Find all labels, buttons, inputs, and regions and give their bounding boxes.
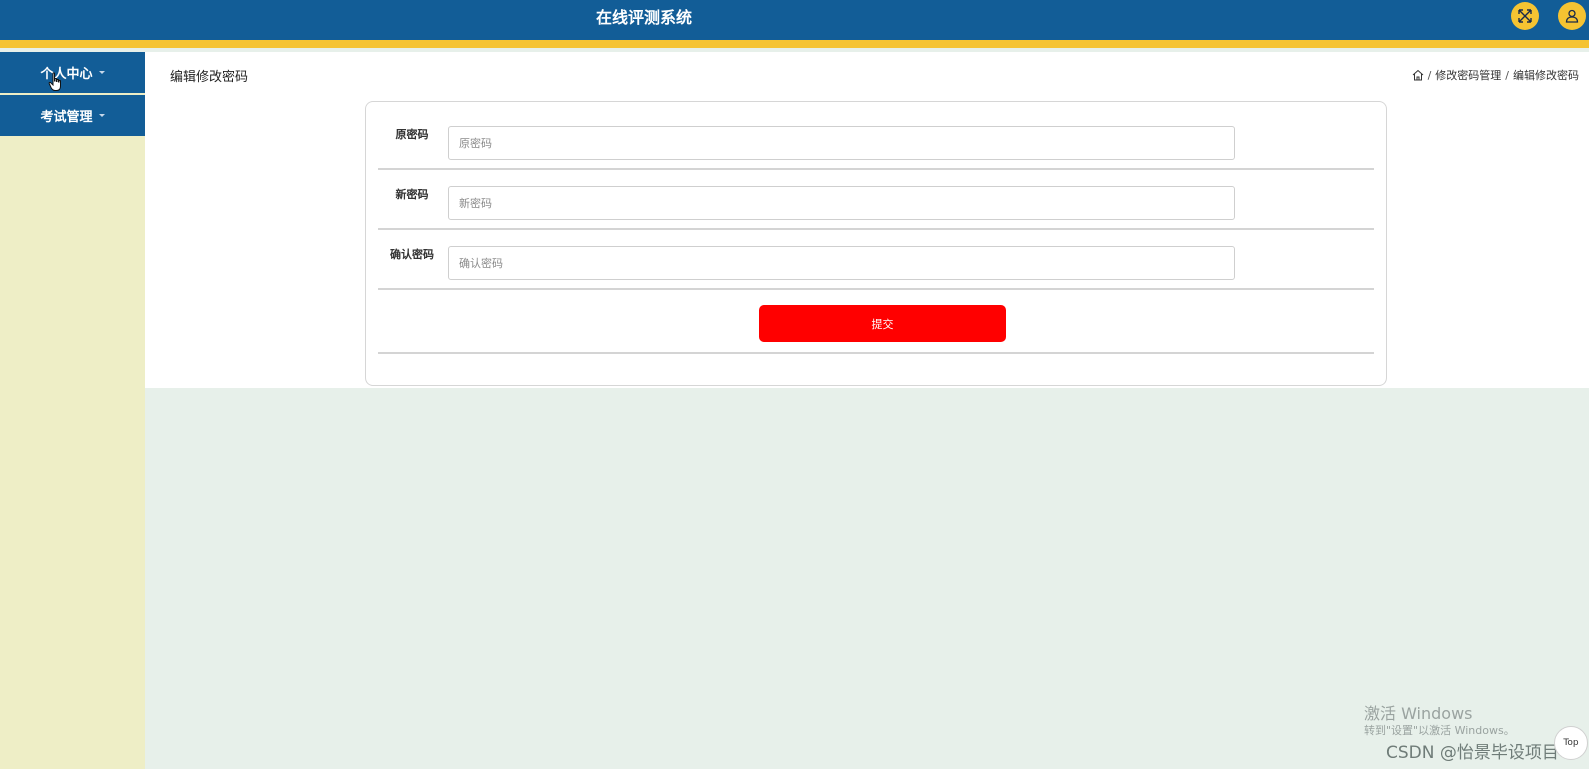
user-menu-button[interactable] <box>1558 2 1586 30</box>
expand-arrows-icon <box>1518 9 1532 23</box>
caret-down-icon <box>98 114 105 117</box>
top-header-bar: 在线评测系统 <box>0 0 1589 40</box>
header-accent-stripe <box>0 40 1589 48</box>
breadcrumb-separator: / <box>1505 68 1509 82</box>
submit-button[interactable]: 提交 <box>759 305 1006 342</box>
form-row-old-password: 原密码 <box>378 110 1374 170</box>
back-to-top-button[interactable]: Top <box>1554 726 1588 760</box>
form-row-confirm-password: 确认密码 <box>378 230 1374 290</box>
breadcrumb-separator: / <box>1427 68 1432 82</box>
breadcrumb: / 修改密码管理 / 编辑修改密码 <box>1412 67 1579 83</box>
breadcrumb-item-edit-password: 编辑修改密码 <box>1513 69 1579 82</box>
sidebar-item-label: 考试管理 <box>40 110 93 125</box>
page-title: 编辑修改密码 <box>170 70 249 85</box>
breadcrumb-item-password-management[interactable]: 修改密码管理 <box>1435 67 1501 83</box>
windows-activation-subtitle: 转到"设置"以激活 Windows。 <box>1364 724 1515 737</box>
fullscreen-button[interactable] <box>1511 2 1539 30</box>
new-password-label: 新密码 <box>395 188 429 201</box>
caret-down-icon <box>98 71 105 74</box>
hand-pointer-icon <box>48 72 61 91</box>
old-password-label: 原密码 <box>395 128 429 141</box>
sidebar-item-personal-center[interactable]: 个人中心 <box>0 52 145 93</box>
password-form: 原密码 新密码 确认密码 提交 <box>365 101 1387 386</box>
home-icon[interactable] <box>1412 69 1424 81</box>
new-password-input[interactable] <box>448 186 1235 220</box>
sidebar-item-exam-management[interactable]: 考试管理 <box>0 95 145 136</box>
confirm-password-input[interactable] <box>448 246 1235 280</box>
sidebar: 个人中心 考试管理 <box>0 52 145 769</box>
windows-activation-title: 激活 Windows <box>1364 704 1473 723</box>
main-content: 编辑修改密码 / 修改密码管理 / 编辑修改密码 原密码 新密码 确认密码 提交 <box>145 52 1589 388</box>
form-row-submit: 提交 <box>378 290 1374 354</box>
app-title: 在线评测系统 <box>595 8 692 27</box>
user-icon <box>1565 9 1579 23</box>
csdn-watermark: CSDN @怡景毕设项目 <box>1386 743 1559 763</box>
old-password-input[interactable] <box>448 126 1235 160</box>
form-row-new-password: 新密码 <box>378 170 1374 230</box>
confirm-password-label: 确认密码 <box>390 248 434 261</box>
